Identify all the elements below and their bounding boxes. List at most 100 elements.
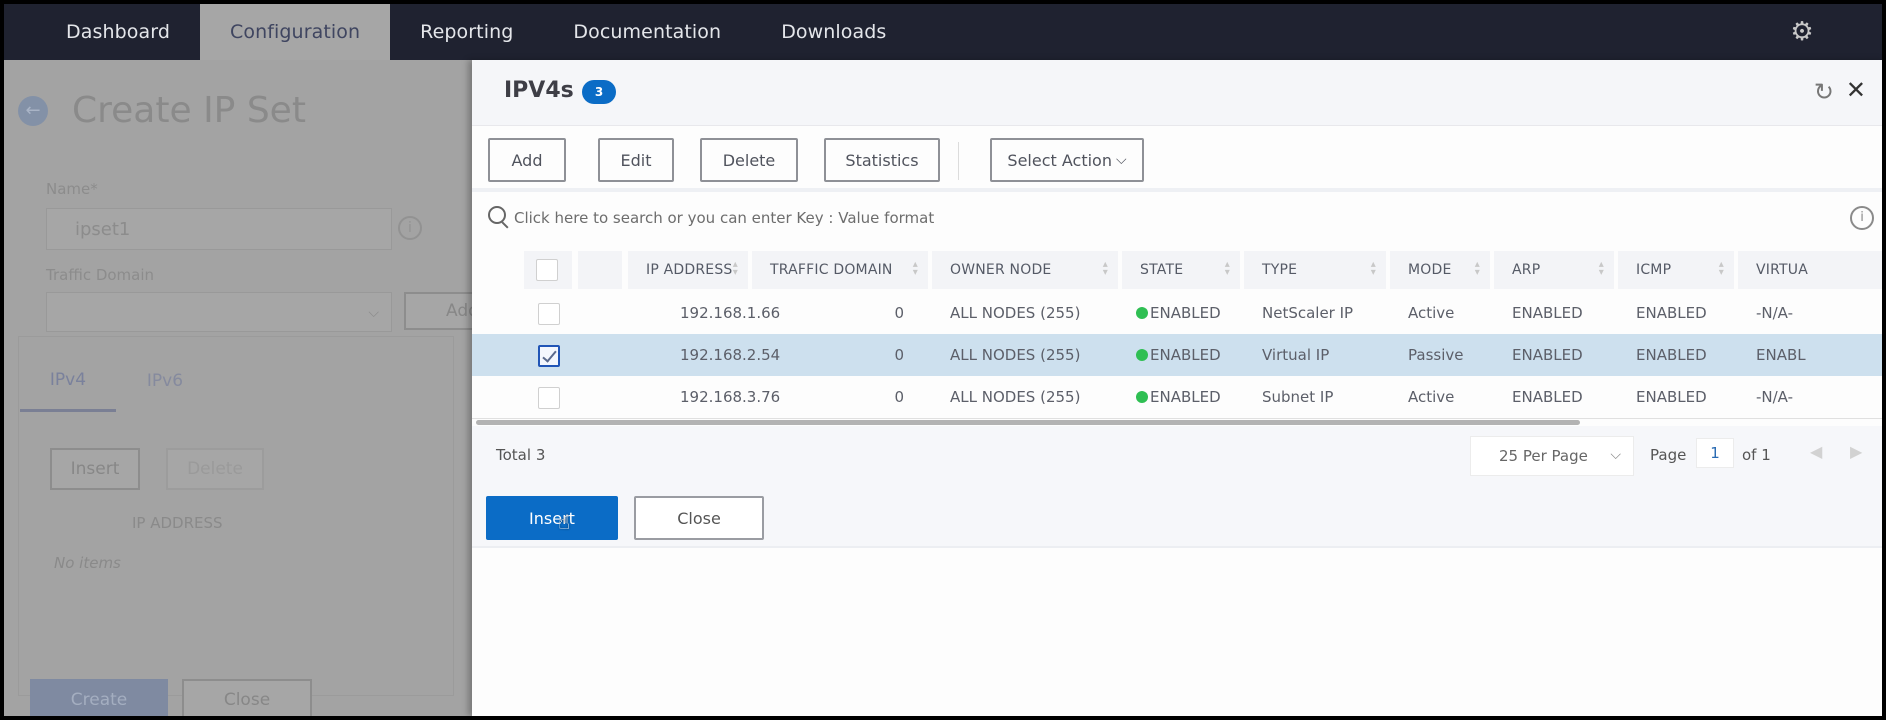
next-page-icon[interactable]: ▶ [1850,442,1862,461]
gear-icon[interactable]: ⚙ [1788,18,1816,46]
column-label: OWNER NODE [950,262,1052,278]
cell-mode: Active [1408,388,1455,406]
row-checkbox[interactable] [538,303,560,325]
traffic-domain-select[interactable]: ⌵ [46,292,392,332]
top-nav: Dashboard Configuration Reporting Docume… [4,4,1882,60]
nav-tab-configuration[interactable]: Configuration [199,4,391,60]
cell-traffic-domain: 0 [894,388,904,406]
edit-button[interactable]: Edit [598,138,674,182]
table-row[interactable]: 192.168.3.76 0 ALL NODES (255) ENABLED S… [472,376,1882,418]
state-text: ENABLED [1150,304,1221,322]
row-checkbox[interactable] [538,387,560,409]
column-header-mode[interactable]: MODE ▴ ▾ [1390,251,1490,289]
count-badge: 3 [582,80,616,104]
insert-button[interactable]: Insert [486,496,618,540]
close-button[interactable]: Close [634,496,764,540]
column-header-ip-address[interactable]: IP ADDRESS ▴ ▾ [628,251,748,289]
cell-ip-address: 192.168.1.66 [680,304,781,322]
column-header-icmp[interactable]: ICMP ▴ ▾ [1618,251,1734,289]
hand-cursor-icon: ☝ [558,510,571,534]
column-label: TRAFFIC DOMAIN [770,262,893,278]
per-page-select[interactable]: 25 Per Page ⌵ [1470,436,1634,476]
tab-ipv4[interactable]: IPv4 [20,350,116,412]
status-enabled-icon [1136,349,1148,361]
horizontal-scrollbar[interactable] [476,420,1580,425]
traffic-domain-label: Traffic Domain [46,266,155,284]
delete-button-bg[interactable]: Delete [166,448,264,490]
cell-traffic-domain: 0 [894,346,904,364]
cell-arp: ENABLED [1512,304,1583,322]
total-label: Total [496,446,532,464]
cell-ip-address: 192.168.2.54 [680,346,781,364]
column-header-virtual[interactable]: VIRTUA [1738,251,1882,289]
state-text: ENABLED [1150,388,1221,406]
cell-owner-node: ALL NODES (255) [950,304,1081,322]
column-header-type[interactable]: TYPE ▴ ▾ [1244,251,1386,289]
add-button[interactable]: Add [488,138,566,182]
select-action-dropdown[interactable]: Select Action ⌵ [990,138,1144,182]
search-bar: i [472,192,1882,244]
close-icon[interactable]: ✕ [1846,76,1866,104]
search-icon [488,206,506,224]
row-action-column [578,251,622,289]
name-field[interactable]: ipset1 [46,208,392,250]
table-header-row: IP ADDRESS ▴ ▾ TRAFFIC DOMAIN ▴ ▾ OWNER NODE… [472,248,1882,292]
ip-address-column-header: IP ADDRESS [132,514,223,532]
cell-virtual: ENABL [1756,346,1806,364]
table-row[interactable]: 192.168.2.54 0 ALL NODES (255) ENABLED V… [472,334,1882,376]
column-label: MODE [1408,262,1452,278]
cell-traffic-domain: 0 [894,304,904,322]
nav-tab-dashboard[interactable]: Dashboard [36,4,200,60]
cell-virtual: -N/A- [1756,304,1794,322]
chevron-down-icon: ⌵ [1610,447,1621,463]
ipv4s-panel: IPV4s 3 ↻ ✕ Add Edit Delete Statistics S… [472,60,1882,716]
column-label: ARP [1512,262,1541,278]
cell-ip-address: 192.168.3.76 [680,388,781,406]
column-header-traffic-domain[interactable]: TRAFFIC DOMAIN ▴ ▾ [752,251,928,289]
close-button-bg[interactable]: Close [182,679,312,716]
column-label: STATE [1140,262,1184,278]
insert-button-bg[interactable]: Insert [50,448,140,490]
cell-state: ENABLED [1136,334,1221,376]
statistics-button[interactable]: Statistics [824,138,940,182]
column-header-state[interactable]: STATE ▴ ▾ [1122,251,1240,289]
nav-tab-downloads[interactable]: Downloads [751,4,916,60]
cell-type: Virtual IP [1262,346,1330,364]
create-button[interactable]: Create [30,679,168,716]
column-label: VIRTUA [1756,262,1808,278]
arrow-left-icon[interactable]: ← [18,95,48,126]
page-title: Create IP Set [72,90,306,131]
status-enabled-icon [1136,391,1148,403]
column-header-arp[interactable]: ARP ▴ ▾ [1494,251,1614,289]
select-all-cell [524,251,572,289]
info-icon[interactable]: i [1850,206,1874,230]
page-number-input[interactable] [1696,438,1734,468]
nav-tab-reporting[interactable]: Reporting [390,4,543,60]
cell-icmp: ENABLED [1636,388,1707,406]
delete-button[interactable]: Delete [700,138,798,182]
nav-tab-documentation[interactable]: Documentation [543,4,751,60]
status-enabled-icon [1136,307,1148,319]
refresh-icon[interactable]: ↻ [1814,78,1834,106]
sort-icon: ▴ ▾ [732,259,738,278]
cell-owner-node: ALL NODES (255) [950,388,1081,406]
previous-page-icon[interactable]: ◀ [1810,442,1822,461]
row-checkbox[interactable] [538,345,560,367]
cell-virtual: -N/A- [1756,388,1794,406]
app-window: Dashboard Configuration Reporting Docume… [4,4,1882,716]
sort-icon: ▴ ▾ [1102,259,1108,278]
panel-actions: Insert ☝ Close [472,486,1882,548]
column-header-owner-node[interactable]: OWNER NODE ▴ ▾ [932,251,1118,289]
search-input[interactable] [514,204,1814,232]
table-row[interactable]: 192.168.1.66 0 ALL NODES (255) ENABLED N… [472,292,1882,334]
panel-header: IPV4s 3 ↻ ✕ [472,60,1882,126]
sort-icon: ▴ ▾ [1598,259,1604,278]
column-label: TYPE [1262,262,1298,278]
cell-icmp: ENABLED [1636,304,1707,322]
page-of-label: of 1 [1742,446,1771,464]
tab-ipv6[interactable]: IPv6 [118,350,212,412]
select-all-checkbox[interactable] [536,259,558,281]
total-value: 3 [535,446,546,464]
table-footer: Total 3 25 Per Page ⌵ Page of 1 ◀ ▶ [472,426,1882,486]
panel-title: IPV4s [504,78,574,103]
